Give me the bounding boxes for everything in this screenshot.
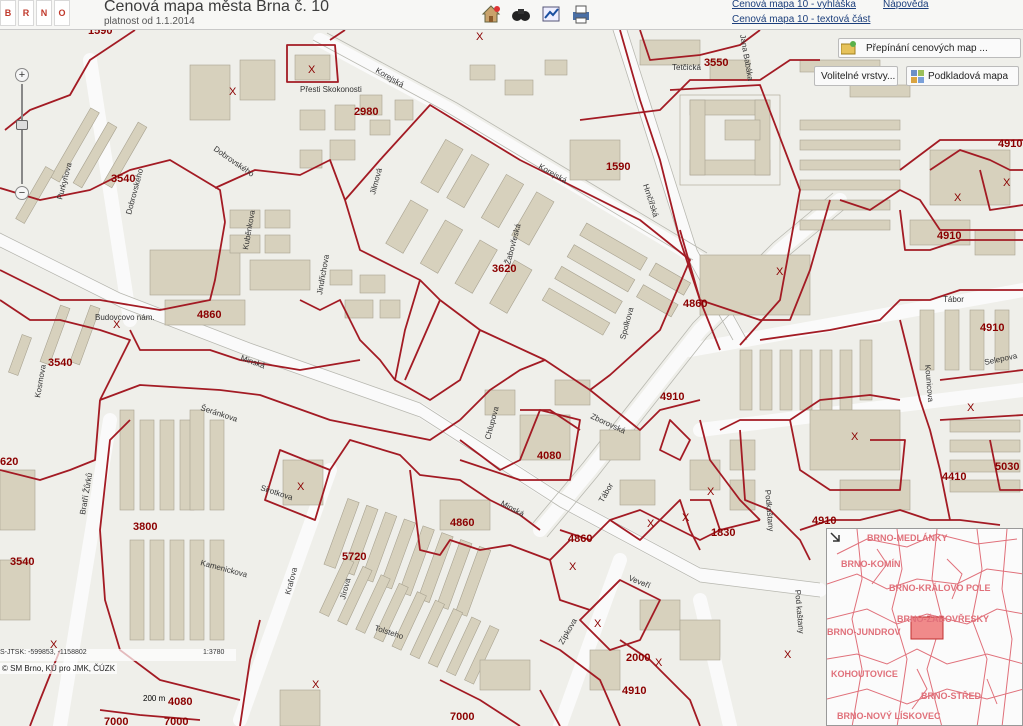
logo-letter: O [54, 0, 70, 26]
zoom-slider-handle[interactable] [16, 120, 28, 130]
overview-label: BRNO-JUNDROV [827, 627, 901, 637]
logo-letter: R [18, 0, 34, 26]
street-label: Tetčická [672, 63, 701, 72]
measure-icon[interactable] [540, 3, 562, 25]
price-label: 3550 [704, 57, 728, 69]
x-marker: X [647, 518, 655, 530]
zoom-out-button[interactable]: − [15, 186, 29, 200]
optional-layers-label: Volitelné vrstvy... [821, 71, 896, 82]
price-label: 4410 [942, 471, 966, 483]
base-map-button[interactable]: Podkladová mapa [906, 66, 1019, 86]
x-marker: X [569, 561, 577, 573]
base-map-label: Podkladová mapa [928, 71, 1009, 82]
x-marker: X [707, 486, 715, 498]
zoom-slider-track[interactable] [21, 84, 23, 184]
scale-bar-label: 200 m [143, 694, 166, 703]
x-marker: X [312, 679, 320, 691]
price-label: 4910 [660, 391, 684, 403]
x-marker: X [308, 64, 316, 76]
coordinates-readout: S-JTSK: -599853, -1158802 [0, 649, 236, 661]
price-label: 5030 [995, 461, 1019, 473]
scale-bar: 200 m [143, 694, 165, 703]
price-label: 620 [0, 456, 18, 468]
x-marker: X [1003, 177, 1011, 189]
x-marker: X [594, 618, 602, 630]
price-label: 4080 [168, 696, 192, 708]
price-label: 4910 [812, 515, 836, 527]
page-title: Cenová mapa města Brna č. 10 [104, 0, 330, 15]
switch-price-maps-dropdown[interactable]: Přepínání cenových map ... [838, 38, 1021, 58]
link-textova-cast[interactable]: Cenová mapa 10 - textová část [732, 14, 870, 25]
price-label: 7000 [164, 716, 188, 726]
x-marker: X [655, 657, 663, 669]
link-vyhlaska[interactable]: Cenová mapa 10 - vyhláška [732, 0, 856, 10]
price-label: 4860 [683, 298, 707, 310]
scale-readout: 1:3780 [203, 649, 225, 656]
x-marker: X [954, 192, 962, 204]
overview-map[interactable]: BRNO-MEDLÁNKY BRNO-KOMÍN BRNO-KRÁLOVO PO… [826, 528, 1023, 726]
street-label: Přesti Skokonosti [300, 85, 362, 94]
copyright-text: © SM Brno, KÚ pro JMK, ČÚZK [0, 663, 118, 674]
price-label: 3800 [133, 521, 157, 533]
x-marker: X [776, 266, 784, 278]
price-label: 4860 [568, 533, 592, 545]
x-marker: X [784, 649, 792, 661]
price-label: 3540 [10, 556, 34, 568]
folder-icon [841, 41, 857, 55]
print-icon[interactable] [570, 3, 592, 25]
overview-label: BRNO-MEDLÁNKY [867, 533, 948, 543]
price-label: 3540 [48, 357, 72, 369]
home-icon[interactable] [480, 3, 502, 25]
overview-label: BRNO-NOVÝ LÍSKOVEC [837, 710, 941, 721]
price-label: 4910 [937, 230, 961, 242]
zoom-control: + − [12, 68, 32, 200]
logo-letter: B [0, 0, 16, 26]
price-label: 2000 [626, 652, 650, 664]
binoculars-icon[interactable] [510, 3, 532, 25]
price-label: 2980 [354, 106, 378, 118]
brno-logo: B R N O [0, 0, 72, 26]
price-label: 1590 [88, 30, 112, 37]
overview-label: BRNO-ŽABOVŘESKY [897, 613, 989, 624]
page-subtitle: platnost od 1.1.2014 [104, 16, 195, 27]
optional-layers-button[interactable]: Volitelné vrstvy... [814, 66, 898, 86]
link-napoveda[interactable]: Nápověda [883, 0, 929, 10]
app-header: B R N O Cenová mapa města Brna č. 10 pla… [0, 0, 1023, 30]
x-marker: X [476, 31, 484, 43]
price-label: 1830 [711, 527, 735, 539]
street-label: Budovcovo nám. [95, 313, 155, 322]
price-label: 4910 [998, 138, 1022, 150]
x-marker: X [851, 431, 859, 443]
x-marker: X [297, 481, 305, 493]
switch-price-maps-label: Přepínání cenových map ... [866, 43, 988, 54]
price-label: 5720 [342, 551, 366, 563]
price-label: 4910 [622, 685, 646, 697]
price-label: 7000 [450, 711, 474, 723]
x-marker: X [229, 86, 237, 98]
x-marker: X [682, 512, 690, 524]
price-label: 4860 [450, 517, 474, 529]
price-label: 4080 [537, 450, 561, 462]
overview-label: BRNO-KOMÍN [841, 559, 901, 569]
price-label: 7000 [104, 716, 128, 726]
price-label: 4910 [980, 322, 1004, 334]
overview-label: BRNO-STŘED [921, 690, 981, 701]
street-label: Tábor [943, 295, 964, 304]
price-label: 1590 [606, 161, 630, 173]
zoom-in-button[interactable]: + [15, 68, 29, 82]
overview-label: KOHOUTOVICE [831, 669, 898, 679]
price-label: 4860 [197, 309, 221, 321]
x-marker: X [967, 402, 975, 414]
logo-letter: N [36, 0, 52, 26]
overview-label: BRNO-KRÁLOVO POLE [889, 583, 991, 593]
price-label: 3620 [492, 263, 516, 275]
